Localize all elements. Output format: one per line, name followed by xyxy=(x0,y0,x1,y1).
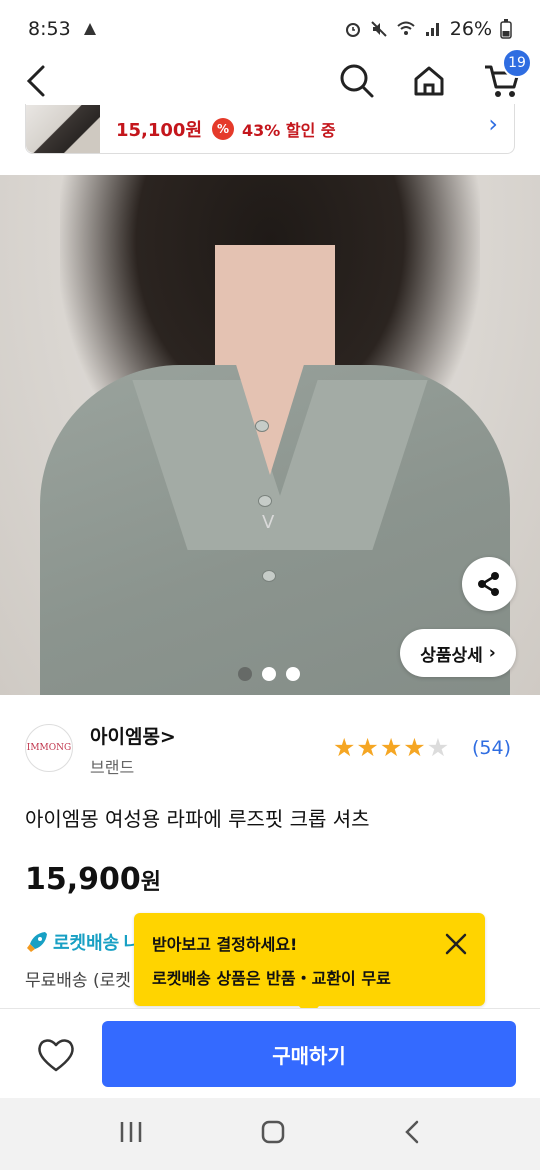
star-icon: ★ xyxy=(356,733,379,762)
rating-stars[interactable]: ★ ★ ★ ★ ★ xyxy=(333,734,449,762)
product-title: 아이엠몽 여성용 라파에 루즈핏 크롭 셔츠 xyxy=(25,807,370,831)
promo-discount-text: 43% 할인 중 xyxy=(242,120,336,140)
heart-icon xyxy=(38,1039,74,1072)
discount-icon: % xyxy=(212,117,235,140)
price-unit: 원 xyxy=(140,870,162,895)
image-pagination xyxy=(238,667,300,681)
home-icon xyxy=(414,66,444,96)
app-header xyxy=(0,58,540,104)
brand-name-link[interactable]: 아이엠몽> xyxy=(90,722,176,749)
rocket-icon xyxy=(27,932,47,952)
pagination-dot[interactable] xyxy=(286,667,300,681)
search-button[interactable] xyxy=(334,58,380,104)
product-detail-label: 상품상세 xyxy=(420,645,483,666)
image-pendant: V xyxy=(262,512,275,533)
promo-thumbnail xyxy=(26,104,100,153)
rocket-delivery-row: 로켓배송 니 xyxy=(25,929,140,955)
close-icon xyxy=(445,933,467,955)
chevron-right-icon: › xyxy=(488,110,498,138)
search-icon xyxy=(340,64,374,98)
product-price: 15,900원 xyxy=(25,862,161,897)
star-icon: ★ xyxy=(426,733,450,762)
share-button[interactable] xyxy=(462,557,516,611)
promo-price: 15,100원 xyxy=(116,119,203,141)
recent-apps-icon xyxy=(120,1122,142,1142)
home-button[interactable] xyxy=(406,58,452,104)
system-nav-bar xyxy=(0,1098,540,1170)
promo-strip[interactable]: 15,100원 % 43% 할인 중 › xyxy=(25,104,515,154)
product-image[interactable]: V 상품상세 › xyxy=(0,175,540,695)
brand-name: 아이엠몽 xyxy=(90,726,160,748)
back-nav-button[interactable] xyxy=(402,1119,422,1149)
star-icon: ★ xyxy=(333,733,356,762)
product-detail-button[interactable]: 상품상세 › xyxy=(400,629,516,677)
wifi-icon xyxy=(397,21,415,35)
review-count[interactable]: (54) xyxy=(472,737,511,759)
share-icon xyxy=(478,572,499,596)
status-bar: 8:53 26% xyxy=(0,0,540,58)
home-nav-icon xyxy=(261,1120,285,1144)
chevron-right-icon: > xyxy=(159,726,176,748)
pagination-dot[interactable] xyxy=(238,667,252,681)
rocket-return-tooltip: 받아보고 결정하세요! 로켓배송 상품은 반품・교환이 무료 xyxy=(134,913,485,1018)
notification-icon xyxy=(83,23,96,35)
tooltip-close-button[interactable] xyxy=(443,931,469,957)
mute-icon xyxy=(371,21,387,37)
star-icon: ★ xyxy=(403,733,426,762)
alarm-icon xyxy=(345,23,360,37)
image-shirt-button xyxy=(262,570,276,582)
price-value: 15,900 xyxy=(25,862,141,897)
recent-apps-button[interactable] xyxy=(118,1120,144,1148)
rocket-delivery-label: 로켓배송 xyxy=(53,933,120,954)
bottom-action-bar: 구매하기 xyxy=(0,1008,540,1098)
free-shipping-text: 무료배송 (로켓 xyxy=(25,971,131,991)
back-nav-icon xyxy=(405,1120,419,1144)
image-shirt-button xyxy=(255,420,269,432)
image-shirt-button xyxy=(258,495,272,507)
home-nav-button[interactable] xyxy=(260,1119,286,1149)
brand-logo[interactable]: IMMONG xyxy=(25,724,73,772)
star-icon: ★ xyxy=(379,733,403,762)
pagination-dot[interactable] xyxy=(262,667,276,681)
back-arrow-icon xyxy=(26,65,45,97)
tooltip-line1: 받아보고 결정하세요! xyxy=(152,935,298,954)
brand-sub-label: 브랜드 xyxy=(90,758,135,777)
chevron-right-icon: › xyxy=(488,643,496,663)
wishlist-button[interactable] xyxy=(36,1037,76,1073)
brand-logo-text: IMMONG xyxy=(26,743,72,753)
status-time: 8:53 xyxy=(28,18,71,40)
battery-icon xyxy=(500,19,512,39)
signal-icon xyxy=(425,23,439,36)
tooltip-line2: 로켓배송 상품은 반품・교환이 무료 xyxy=(152,969,391,988)
battery-percent: 26% xyxy=(449,18,492,40)
buy-button[interactable]: 구매하기 xyxy=(102,1021,516,1087)
back-button[interactable] xyxy=(16,58,56,104)
cart-count-badge: 19 xyxy=(502,48,532,78)
